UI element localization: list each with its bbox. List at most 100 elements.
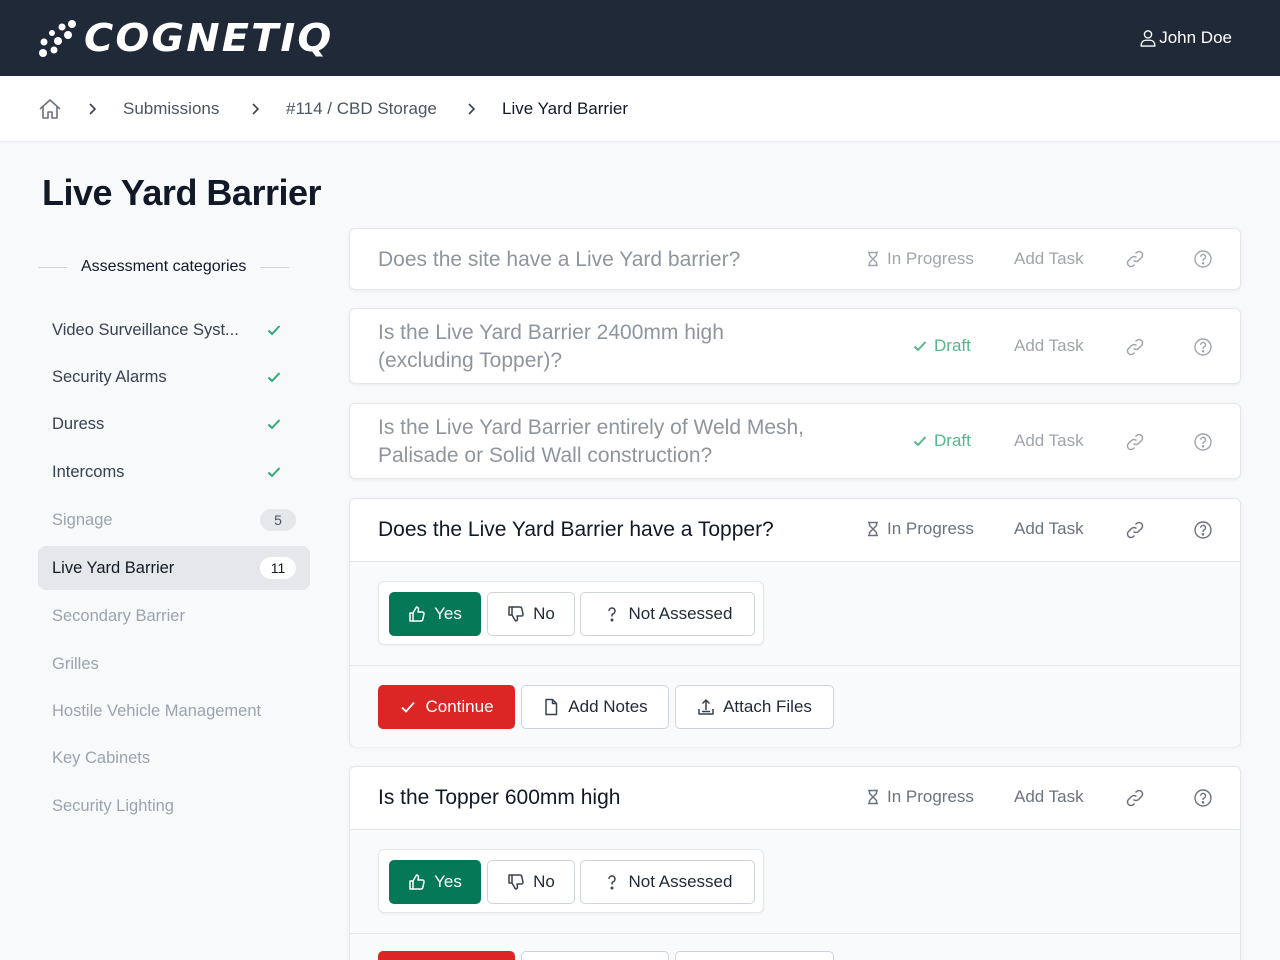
thumbs-down-icon	[508, 874, 524, 890]
status-label: In Progress	[887, 519, 974, 538]
actions-section	[350, 933, 1240, 960]
sidebar-item-label: Live Yard Barrier	[52, 558, 175, 577]
answer-button-group: Yes No Not Assessed	[378, 581, 764, 645]
help-icon[interactable]	[1193, 520, 1213, 540]
sidebar-item-label: Key Cabinets	[52, 748, 151, 767]
attach-files-button[interactable]	[675, 951, 834, 960]
sidebar-heading: Assessment categories	[38, 258, 310, 276]
answer-section: Yes No Not Assessed	[350, 829, 1240, 933]
add-task-button[interactable]: Add Task	[1014, 519, 1084, 539]
add-notes-button[interactable]: Add Notes	[521, 685, 669, 729]
sidebar-item-security-alarms[interactable]: Security Alarms	[38, 355, 310, 399]
sidebar-item-live-yard-barrier[interactable]: Live Yard Barrier 11	[38, 546, 310, 590]
chevron-right-icon	[252, 103, 260, 115]
sidebar-item-label: Security Lighting	[52, 796, 174, 815]
check-icon	[267, 467, 281, 478]
status-badge: Draft	[912, 431, 971, 451]
sidebar-item-label: Hostile Vehicle Management	[52, 701, 262, 720]
app-logo[interactable]: COGNETIQ	[38, 18, 331, 58]
link-icon[interactable]	[1125, 520, 1145, 540]
continue-label: Continue	[425, 697, 494, 716]
no-button[interactable]: No	[487, 592, 575, 636]
yes-label: Yes	[434, 872, 462, 891]
thumbs-up-icon	[409, 874, 425, 890]
not-assessed-button[interactable]: Not Assessed	[580, 860, 755, 904]
question-text: Is the Live Yard Barrier entirely of Wel…	[378, 416, 805, 467]
sidebar-item-label: Secondary Barrier	[52, 606, 185, 625]
sidebar-item-duress[interactable]: Duress	[38, 402, 310, 446]
sidebar-item-key-cabinets[interactable]: Key Cabinets	[38, 736, 310, 780]
question-text: Is the Topper 600mm high	[378, 786, 621, 809]
not-assessed-button[interactable]: Not Assessed	[580, 592, 755, 636]
home-icon[interactable]	[38, 98, 62, 120]
status-badge: In Progress	[865, 249, 974, 269]
upload-icon	[698, 699, 714, 715]
status-label: Draft	[934, 431, 971, 450]
logo-dots-icon	[39, 20, 76, 57]
status-badge: In Progress	[865, 787, 974, 807]
sidebar-item-label: Security Alarms	[52, 367, 167, 386]
check-icon	[913, 341, 927, 352]
yes-button[interactable]: Yes	[389, 860, 481, 904]
add-task-button[interactable]: Add Task	[1014, 787, 1084, 807]
check-icon	[913, 436, 927, 447]
sidebar-item-hostile-vehicle-management[interactable]: Hostile Vehicle Management	[38, 689, 310, 733]
sidebar-item-secondary-barrier[interactable]: Secondary Barrier	[38, 594, 310, 638]
add-notes-button[interactable]	[521, 951, 669, 960]
attach-files-label: Attach Files	[723, 697, 812, 716]
sidebar-item-signage[interactable]: Signage 5	[38, 498, 310, 542]
question-text: Does the site have a Live Yard barrier?	[378, 248, 741, 271]
count-badge: 11	[260, 557, 296, 579]
add-task-button[interactable]: Add Task	[1014, 431, 1084, 451]
no-label: No	[533, 604, 555, 623]
help-icon[interactable]	[1193, 249, 1213, 269]
user-name: John Doe	[1159, 28, 1232, 47]
question-mark-icon	[607, 875, 616, 890]
chevron-right-icon	[468, 103, 476, 115]
add-notes-label: Add Notes	[568, 697, 648, 716]
help-icon[interactable]	[1193, 432, 1213, 452]
sidebar-item-security-lighting[interactable]: Security Lighting	[38, 784, 310, 828]
question-card[interactable]: Is the Live Yard Barrier entirely of Wel…	[349, 403, 1241, 479]
sidebar-item-label: Intercoms	[52, 462, 125, 481]
breadcrumb-site[interactable]: #114 / CBD Storage	[286, 99, 437, 119]
status-label: In Progress	[887, 249, 974, 268]
check-icon	[401, 701, 416, 713]
answer-button-group: Yes No Not Assessed	[378, 849, 764, 913]
yes-button[interactable]: Yes	[389, 592, 481, 636]
help-icon[interactable]	[1193, 788, 1213, 808]
link-icon[interactable]	[1125, 788, 1145, 808]
no-label: No	[533, 872, 555, 891]
sidebar-item-label: Duress	[52, 414, 105, 433]
question-card[interactable]: Does the site have a Live Yard barrier? …	[349, 228, 1241, 290]
hourglass-icon	[868, 521, 878, 537]
question-card-expanded: Is the Topper 600mm high In Progress Add…	[349, 766, 1241, 960]
no-button[interactable]: No	[487, 860, 575, 904]
help-icon[interactable]	[1193, 337, 1213, 357]
link-icon[interactable]	[1125, 337, 1145, 357]
user-menu[interactable]: John Doe	[1139, 28, 1232, 48]
sidebar-item-intercoms[interactable]: Intercoms	[38, 450, 310, 494]
question-mark-icon	[607, 607, 616, 622]
add-task-button[interactable]: Add Task	[1014, 249, 1084, 269]
add-task-button[interactable]: Add Task	[1014, 336, 1084, 356]
status-label: In Progress	[887, 787, 974, 806]
chevron-right-icon	[89, 103, 97, 115]
continue-button[interactable]: Continue	[378, 685, 515, 729]
check-icon	[267, 419, 281, 430]
answer-section: Yes No Not Assessed	[350, 561, 1240, 665]
sidebar-heading-label: Assessment categories	[81, 258, 247, 275]
sidebar-item-grilles[interactable]: Grilles	[38, 642, 310, 686]
attach-files-button[interactable]: Attach Files	[675, 685, 834, 729]
continue-button[interactable]	[378, 951, 515, 960]
thumbs-up-icon	[409, 606, 425, 622]
link-icon[interactable]	[1125, 249, 1145, 269]
question-card[interactable]: Is the Live Yard Barrier 2400mm high (ex…	[349, 308, 1241, 384]
status-badge: Draft	[912, 336, 971, 356]
logo-text: COGNETIQ	[84, 16, 334, 60]
status-badge: In Progress	[865, 519, 974, 539]
sidebar-item-video-surveillance[interactable]: Video Surveillance Syst...	[38, 308, 310, 352]
divider	[260, 266, 290, 268]
breadcrumb-submissions[interactable]: Submissions	[123, 99, 219, 119]
link-icon[interactable]	[1125, 432, 1145, 452]
